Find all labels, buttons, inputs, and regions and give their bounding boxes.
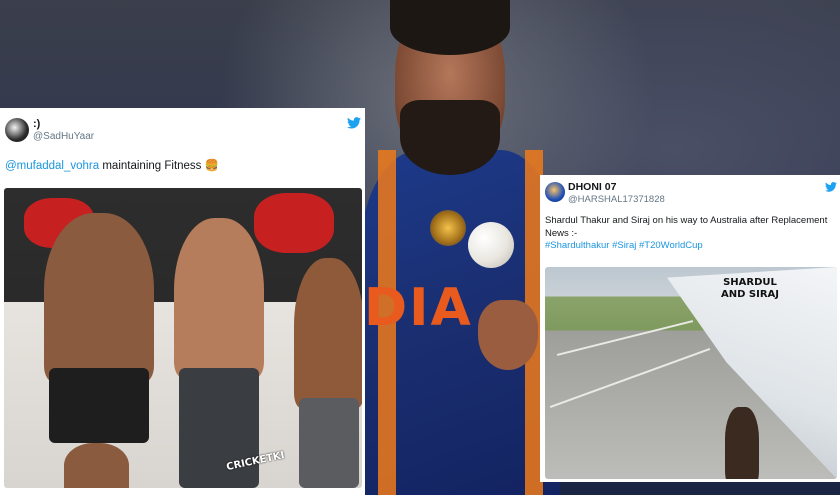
player-hand <box>478 300 538 370</box>
tweet-card-right: DHONI 07 @HARSHAL17371828 Shardul Thakur… <box>540 175 840 482</box>
caption-line-2: AND SIRAJ <box>721 289 779 300</box>
cricketer-photo: DIA <box>360 0 560 495</box>
hashtags[interactable]: #Shardulthakur #Siraj #T20WorldCup <box>545 240 835 253</box>
user-handle: @SadHuYaar <box>33 131 95 142</box>
tweet-text: @mufaddal_vohra maintaining Fitness 🍔 <box>5 159 219 173</box>
player-hair <box>390 0 510 55</box>
cricket-ball <box>468 222 514 268</box>
person-legs <box>64 443 129 488</box>
trousers <box>299 398 359 488</box>
tweet-text: Shardul Thakur and Siraj on his way to A… <box>545 215 835 253</box>
backdrop-shape <box>254 193 334 253</box>
media-caption: SHARDUL AND SIRAJ <box>721 277 779 301</box>
tweet-card-left: :) @SadHuYaar @mufaddal_vohra maintainin… <box>0 108 365 495</box>
twitter-bird-icon <box>347 117 361 132</box>
trousers <box>179 368 259 488</box>
user-handle: @HARSHAL17371828 <box>568 194 665 205</box>
player-beard <box>400 100 500 175</box>
bcci-emblem <box>430 210 466 246</box>
person-figure <box>725 407 759 479</box>
person-figure <box>174 218 264 378</box>
caption-line-1: SHARDUL <box>723 277 777 288</box>
tweet-body: Shardul Thakur and Siraj on his way to A… <box>545 215 828 239</box>
person-figure <box>294 258 362 408</box>
display-name: DHONI 07 <box>568 181 617 193</box>
display-name: :) <box>33 118 41 130</box>
shorts <box>49 368 149 443</box>
jersey-text: DIA <box>364 278 473 338</box>
tweet-media-image: CRICKETKI <box>4 188 362 488</box>
person-figure <box>44 213 154 383</box>
runway-marking <box>556 320 694 356</box>
avatar <box>545 182 565 202</box>
mention-link[interactable]: @mufaddal_vohra <box>5 160 99 172</box>
avatar <box>5 118 29 142</box>
tweet-body: maintaining Fitness 🍔 <box>99 160 219 172</box>
tweet-media-image: SHARDUL AND SIRAJ <box>545 267 837 479</box>
twitter-bird-icon <box>825 182 837 195</box>
runway-marking <box>549 347 711 409</box>
